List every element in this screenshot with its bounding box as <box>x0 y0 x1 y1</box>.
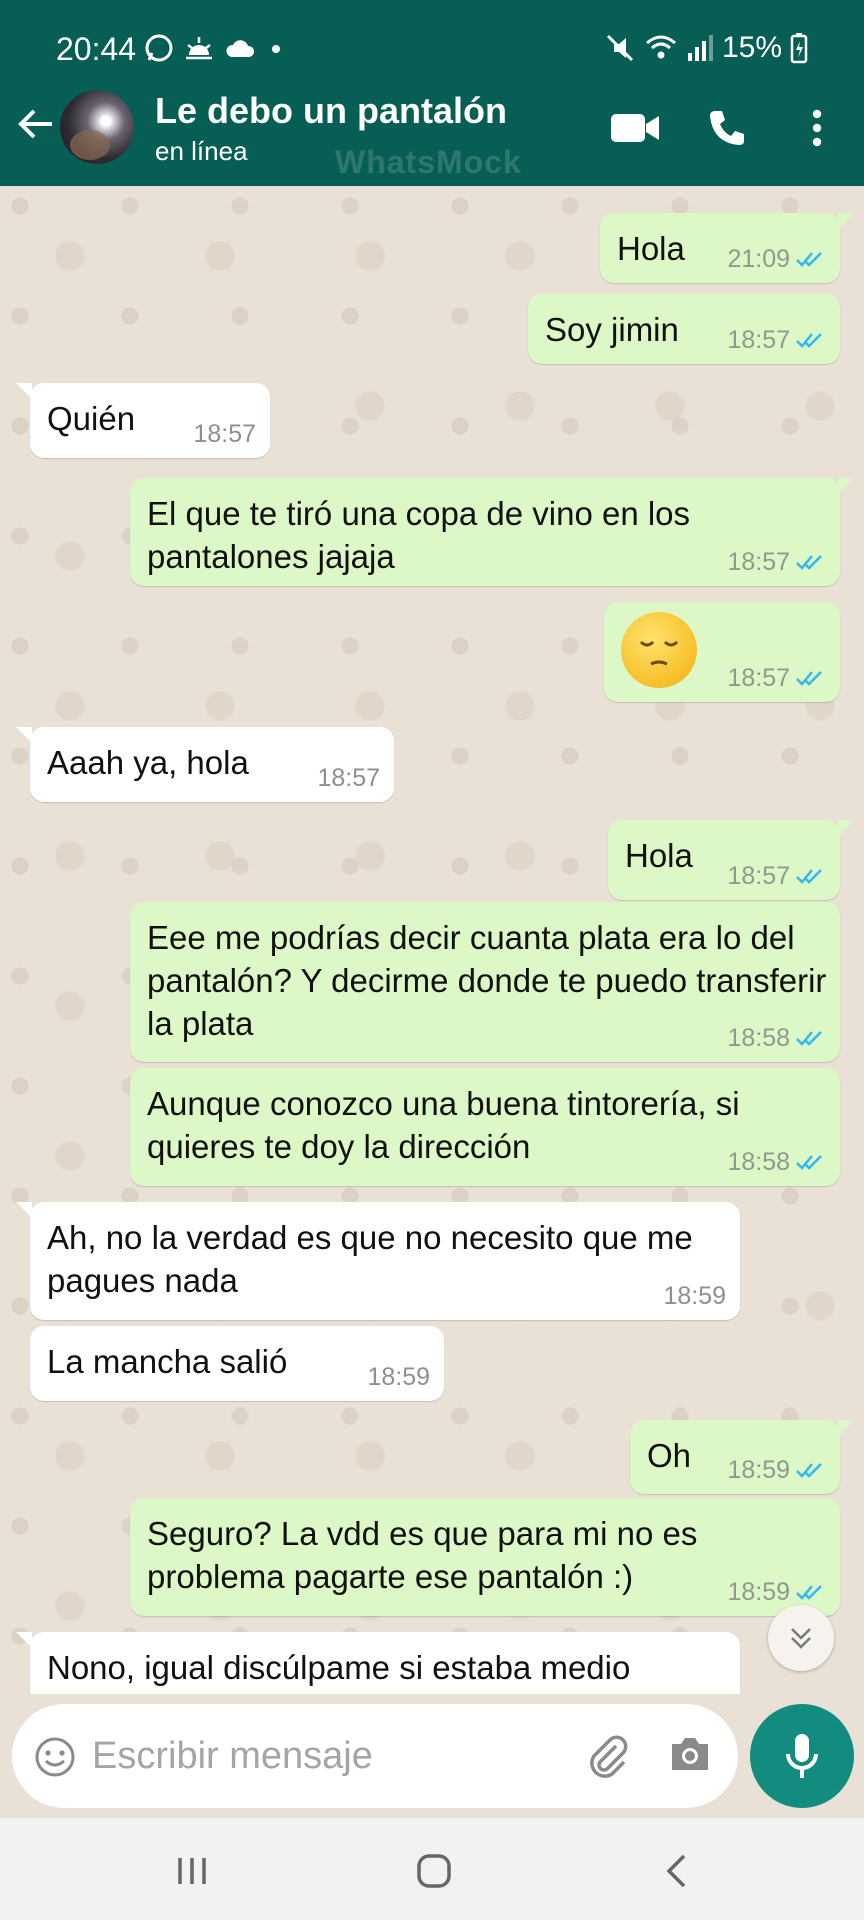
scroll-to-bottom-button[interactable] <box>768 1605 834 1671</box>
message-time: 18:59 <box>367 1363 430 1391</box>
read-ticks-icon <box>796 1585 822 1600</box>
message-bubble-out[interactable]: Soy jimin 18:57 <box>528 294 840 364</box>
attach-icon[interactable] <box>584 1732 632 1780</box>
system-nav-bar <box>0 1818 864 1920</box>
message-input[interactable] <box>92 1728 552 1784</box>
back-arrow-icon[interactable] <box>14 102 58 146</box>
signal-icon <box>687 35 713 61</box>
message-time: 18:59 <box>727 1456 790 1484</box>
video-call-icon <box>611 114 659 142</box>
message-bubble-out[interactable]: Aunque conozco una buena tintorería, si … <box>130 1068 840 1186</box>
read-ticks-icon <box>796 671 822 686</box>
contact-status: en línea <box>155 136 248 166</box>
message-time: 18:57 <box>727 862 790 890</box>
message-text: Aunque conozco una buena tintorería, si … <box>147 1085 740 1165</box>
message-text: Nono, igual discúlpame si estaba medio <box>47 1649 631 1686</box>
message-text: Eee me podrías decir cuanta plata era lo… <box>147 919 827 1042</box>
message-time: 18:58 <box>727 1024 790 1052</box>
message-time: 18:57 <box>317 764 380 792</box>
message-bubble-in[interactable]: La mancha salió 18:59 <box>30 1326 444 1401</box>
message-time: 18:59 <box>663 1282 726 1310</box>
voice-call-button[interactable] <box>702 102 752 154</box>
more-options-button[interactable] <box>800 102 834 154</box>
status-bar: 20:44 15% <box>0 0 864 72</box>
chat-area[interactable]: Hola 21:09 Soy jimin 18:57 Quién 18:57 E… <box>0 186 864 1694</box>
chat-header: Le debo un pantalón en línea WhatsMock <box>0 72 864 186</box>
message-time: 18:59 <box>727 1578 790 1606</box>
mic-icon <box>786 1734 818 1778</box>
message-time: 18:57 <box>727 664 790 692</box>
message-bubble-in[interactable]: Aaah ya, hola 18:57 <box>16 727 394 802</box>
pensive-face-emoji <box>621 612 697 688</box>
message-bubble-out[interactable]: Eee me podrías decir cuanta plata era lo… <box>130 902 840 1062</box>
message-bubble-in[interactable]: Quién 18:57 <box>16 383 270 458</box>
read-ticks-icon <box>796 252 822 267</box>
home-icon <box>417 1854 451 1888</box>
nav-back-button[interactable] <box>646 1846 706 1896</box>
message-time: 18:58 <box>727 1148 790 1176</box>
dot-icon <box>272 45 280 53</box>
read-ticks-icon <box>796 333 822 348</box>
mute-icon <box>606 34 634 62</box>
message-time: 21:09 <box>727 245 790 273</box>
status-time: 20:44 <box>56 31 137 67</box>
battery-charging-icon <box>790 33 808 64</box>
contact-name[interactable]: Le debo un pantalón <box>155 90 507 132</box>
double-chevron-down-icon <box>791 1628 811 1649</box>
message-bubble-out[interactable]: Oh 18:59 <box>630 1420 854 1494</box>
message-bubble-out[interactable]: 18:57 <box>604 602 840 702</box>
message-time: 18:57 <box>727 548 790 576</box>
message-text: Seguro? La vdd es que para mi no es prob… <box>147 1515 698 1595</box>
camera-icon[interactable] <box>668 1734 712 1774</box>
more-vert-icon <box>812 109 822 147</box>
sunrise-icon <box>186 37 212 60</box>
battery-percent: 15% <box>721 31 782 64</box>
message-text: El que te tiró una copa de vino en los p… <box>147 495 691 575</box>
recent-apps-button[interactable] <box>162 1846 222 1896</box>
read-ticks-icon <box>796 869 822 884</box>
read-ticks-icon <box>796 555 822 570</box>
emoji-icon[interactable] <box>34 1736 76 1778</box>
message-bubble-in[interactable]: Ah, no la verdad es que no necesito que … <box>16 1202 740 1320</box>
phone-icon <box>710 111 744 145</box>
video-call-button[interactable] <box>608 102 662 154</box>
read-ticks-icon <box>796 1463 822 1478</box>
message-time: 18:57 <box>727 326 790 354</box>
read-ticks-icon <box>796 1155 822 1170</box>
home-button[interactable] <box>404 1846 464 1896</box>
message-bubble-out[interactable]: El que te tiró una copa de vino en los p… <box>130 478 854 586</box>
message-bubble-out[interactable]: Seguro? La vdd es que para mi no es prob… <box>130 1498 840 1616</box>
message-text: Ah, no la verdad es que no necesito que … <box>47 1219 693 1299</box>
whatsapp-icon <box>145 34 173 62</box>
message-bubble-out[interactable]: Hola 18:57 <box>608 820 854 900</box>
composer-bar <box>12 1704 738 1808</box>
message-time: 18:57 <box>193 420 256 448</box>
avatar[interactable] <box>60 90 134 164</box>
message-bubble-in[interactable]: Nono, igual discúlpame si estaba medio <box>16 1632 740 1694</box>
voice-record-button[interactable] <box>750 1704 854 1808</box>
message-bubble-out[interactable]: Hola 21:09 <box>600 213 854 283</box>
recent-apps-icon <box>178 1858 206 1884</box>
read-ticks-icon <box>796 1031 822 1046</box>
watermark: WhatsMock <box>335 144 522 180</box>
wifi-icon <box>645 35 676 59</box>
nav-back-icon <box>666 1854 686 1888</box>
cloud-icon <box>226 40 255 57</box>
